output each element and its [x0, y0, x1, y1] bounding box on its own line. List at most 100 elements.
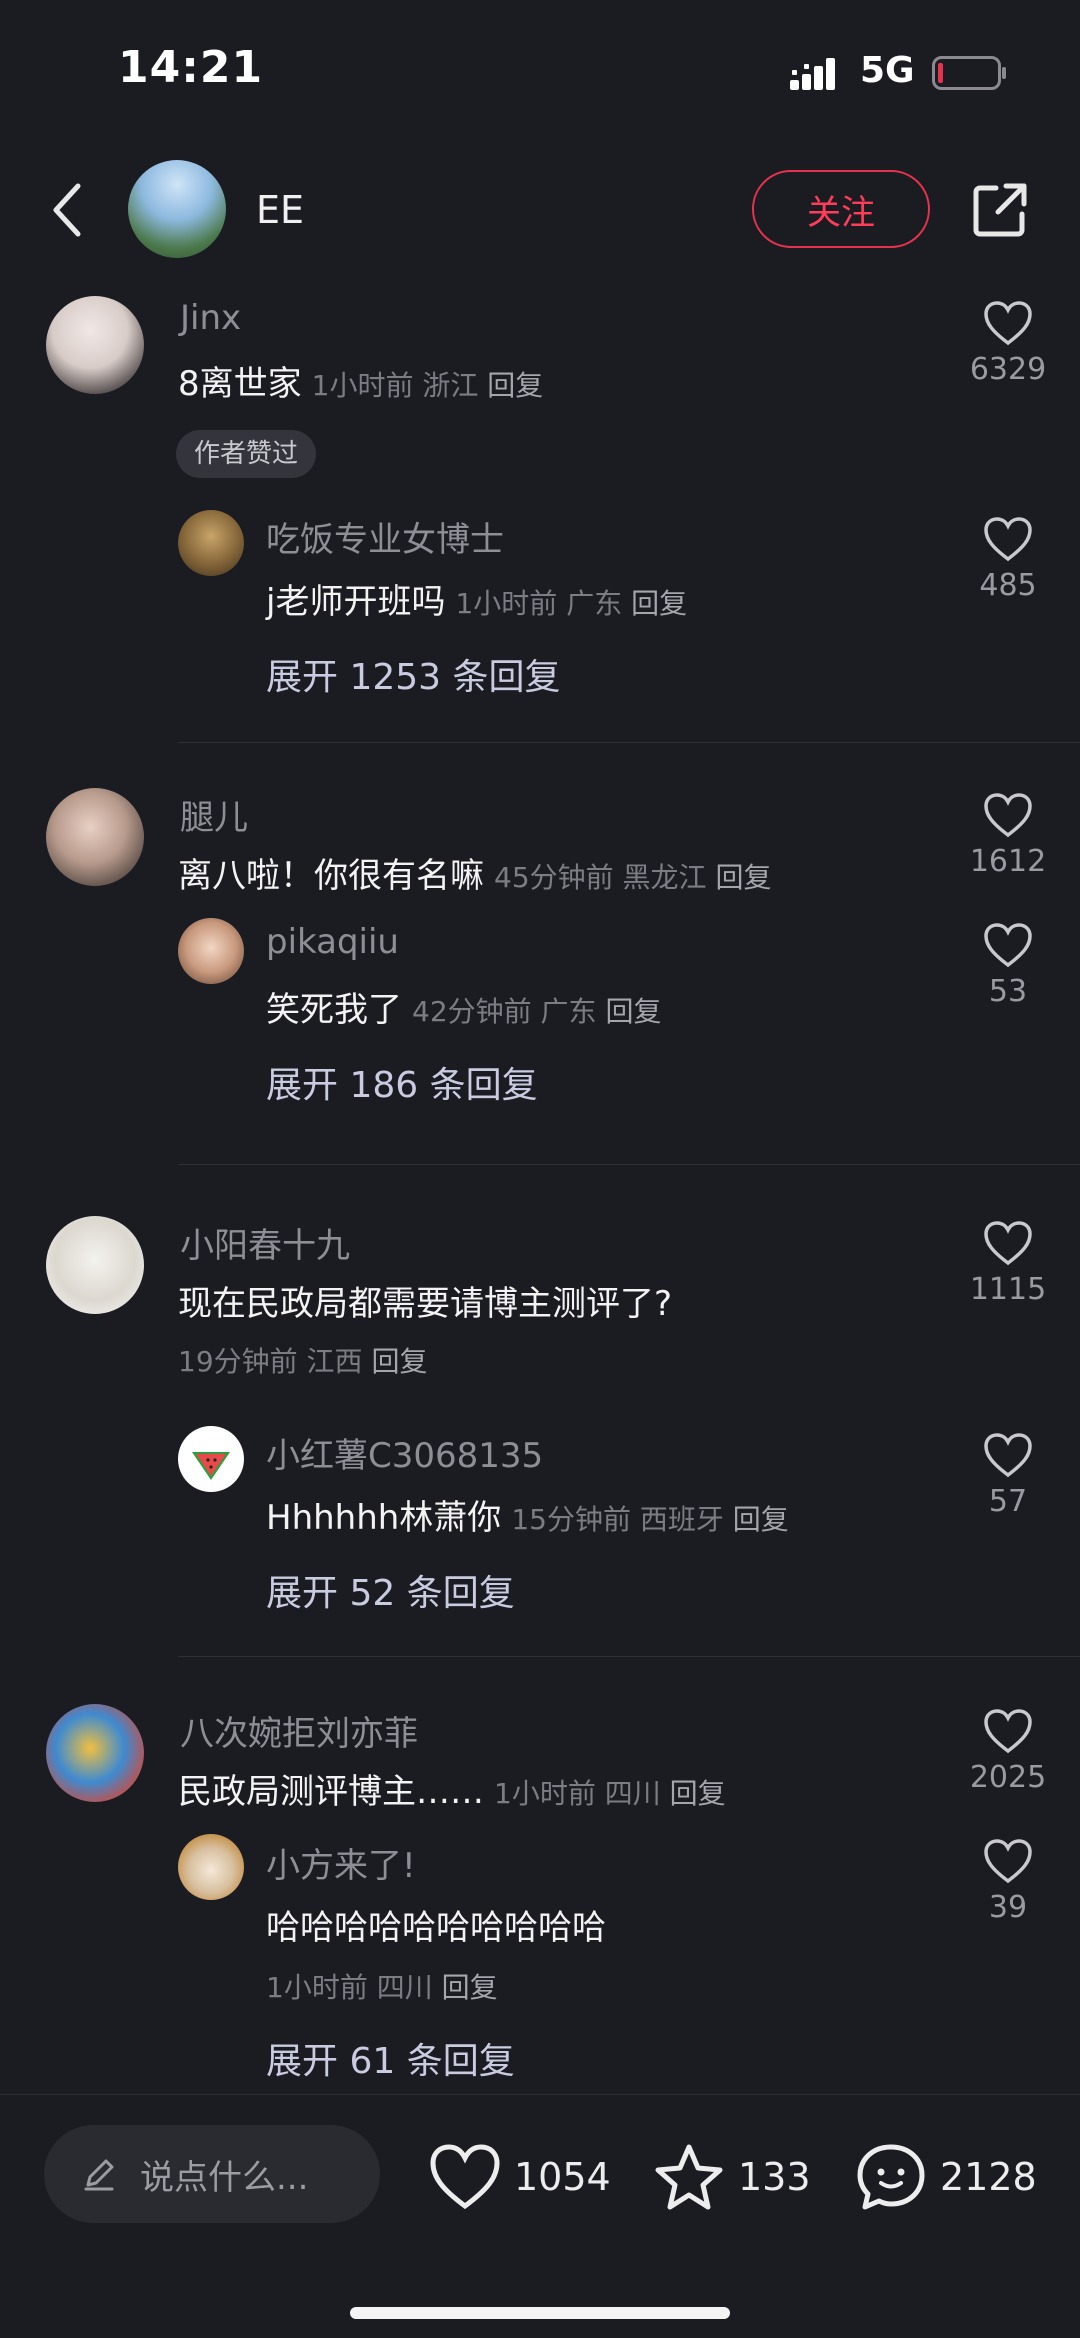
divider — [178, 1164, 1080, 1165]
comment-time: 19分钟前 — [178, 1345, 298, 1378]
share-icon[interactable] — [970, 180, 1030, 240]
reply-text[interactable]: j老师开班吗 1小时前 广东 回复 — [266, 574, 687, 623]
reply-location: 西班牙 — [639, 1503, 724, 1536]
heart-icon — [984, 793, 1032, 838]
heart-icon — [984, 1221, 1032, 1266]
like-count: 53 — [988, 974, 1028, 1009]
follow-button[interactable]: 关注 — [752, 170, 930, 248]
like-button[interactable]: 1115 — [960, 1220, 1056, 1307]
commenter-avatar[interactable] — [46, 1216, 144, 1314]
comment-list[interactable]: Jinx 8离世家 1小时前 浙江 回复 6329 作者赞过 吃饭专业女博士 j老… — [0, 280, 1080, 2090]
signal-icon — [790, 58, 835, 90]
back-icon[interactable] — [48, 180, 88, 240]
expand-replies-button[interactable]: 展开 1253 条回复 — [266, 648, 561, 700]
home-indicator[interactable] — [350, 2307, 730, 2319]
comment-location: 浙江 — [422, 369, 479, 402]
comment-text[interactable]: 现在民政局都需要请博主测评了? — [178, 1276, 672, 1325]
reply-avatar[interactable] — [178, 1426, 244, 1492]
like-button[interactable]: 2025 — [960, 1708, 1056, 1795]
like-count: 1612 — [969, 844, 1047, 879]
author-liked-badge: 作者赞过 — [176, 430, 317, 478]
reply-link[interactable]: 回复 — [487, 369, 543, 402]
reply-link[interactable]: 回复 — [733, 1503, 789, 1536]
comment-meta: 1小时前 浙江 回复 — [312, 369, 544, 402]
author-avatar[interactable] — [128, 160, 226, 258]
commenter-avatar[interactable] — [46, 788, 144, 886]
comment-text[interactable]: 民政局测评博主…… 1小时前 四川 回复 — [178, 1764, 726, 1813]
like-button[interactable]: 53 — [960, 922, 1056, 1009]
reply-location: 广东 — [540, 995, 597, 1028]
like-button[interactable]: 1612 — [960, 792, 1056, 879]
expand-replies-button[interactable]: 展开 52 条回复 — [266, 1564, 515, 1616]
comment-input[interactable]: 说点什么... — [44, 2125, 380, 2223]
divider — [178, 742, 1080, 743]
collect-note-button[interactable]: 133 — [652, 2139, 811, 2215]
reply-body: Hhhhhh林萧你 — [266, 1498, 502, 1538]
reply-avatar[interactable] — [178, 1834, 244, 1900]
comment-meta: 1小时前 四川 回复 — [494, 1777, 726, 1810]
reply-link[interactable]: 回复 — [670, 1777, 726, 1810]
author-name[interactable]: EE — [256, 188, 304, 232]
reply-meta: 1小时前 四川 回复 — [266, 1966, 498, 2006]
reply-meta: 42分钟前 广东 回复 — [412, 995, 661, 1028]
reply-meta: 1小时前 广东 回复 — [455, 587, 687, 620]
like-count: 57 — [988, 1484, 1028, 1519]
comment-time: 1小时前 — [311, 369, 414, 402]
expand-replies-button[interactable]: 展开 186 条回复 — [266, 1056, 538, 1108]
reply-avatar[interactable] — [178, 510, 244, 576]
like-button[interactable]: 57 — [960, 1432, 1056, 1519]
like-button[interactable]: 485 — [960, 516, 1056, 603]
reply-username[interactable]: 小方来了! — [266, 1838, 416, 1887]
reply-time: 1小时前 — [455, 587, 558, 620]
like-note-button[interactable]: 1054 — [428, 2139, 611, 2215]
comment-time: 45分钟前 — [494, 861, 614, 894]
expand-replies-button[interactable]: 展开 61 条回复 — [266, 2032, 515, 2084]
like-count: 39 — [988, 1890, 1028, 1925]
reply-text[interactable]: 哈哈哈哈哈哈哈哈哈哈 — [266, 1900, 606, 1949]
heart-icon — [984, 1433, 1032, 1478]
commenter-name[interactable]: 八次婉拒刘亦菲 — [180, 1706, 418, 1755]
commenter-name[interactable]: Jinx — [180, 298, 241, 338]
commenter-name[interactable]: 小阳春十九 — [180, 1218, 350, 1267]
heart-icon — [984, 517, 1032, 562]
reply-username[interactable]: 小红薯C3068135 — [266, 1428, 543, 1477]
comment-text[interactable]: 离八啦！你很有名嘛 45分钟前 黑龙江 回复 — [178, 848, 771, 897]
like-count: 2025 — [969, 1760, 1047, 1795]
like-button[interactable]: 6329 — [960, 300, 1056, 387]
comment-body: 8离世家 — [178, 364, 302, 404]
reply-time: 15分钟前 — [511, 1503, 631, 1536]
reply-text[interactable]: Hhhhhh林萧你 15分钟前 西班牙 回复 — [266, 1490, 789, 1539]
like-count: 6329 — [969, 352, 1047, 387]
heart-icon — [984, 1839, 1032, 1884]
divider — [178, 1656, 1080, 1657]
comment-note-button[interactable]: 2128 — [854, 2139, 1037, 2215]
reply-time: 1小时前 — [266, 1971, 368, 2004]
reply-location: 广东 — [566, 587, 623, 620]
status-bar: 14:21 5G — [0, 0, 1080, 140]
reply-avatar[interactable] — [178, 918, 244, 984]
reply-username[interactable]: 吃饭专业女博士 — [266, 512, 504, 561]
commenter-avatar[interactable] — [46, 1704, 144, 1802]
reply-link[interactable]: 回复 — [715, 861, 771, 894]
heart-icon — [984, 301, 1032, 346]
reply-link[interactable]: 回复 — [442, 1971, 498, 2004]
watermelon-icon — [192, 1452, 230, 1480]
comment-text[interactable]: 8离世家 1小时前 浙江 回复 — [178, 356, 543, 405]
reply-body: j老师开班吗 — [266, 582, 446, 622]
reply-link[interactable]: 回复 — [371, 1345, 427, 1378]
comment-location: 黑龙江 — [622, 861, 707, 894]
reply-meta: 15分钟前 西班牙 回复 — [511, 1503, 788, 1536]
comment-location: 江西 — [306, 1345, 363, 1378]
commenter-avatar[interactable] — [46, 296, 144, 394]
reply-body: 笑死我了 — [266, 990, 402, 1030]
comment-input-placeholder: 说点什么... — [140, 2157, 309, 2198]
reply-text[interactable]: 笑死我了 42分钟前 广东 回复 — [266, 982, 661, 1031]
reply-username[interactable]: pikaqiiu — [266, 922, 399, 962]
battery-icon — [932, 56, 1006, 90]
like-button[interactable]: 39 — [960, 1838, 1056, 1925]
note-header: EE 关注 — [0, 150, 1080, 270]
commenter-name[interactable]: 腿儿 — [180, 790, 248, 839]
comment-body: 离八啦！你很有名嘛 — [178, 856, 484, 896]
reply-link[interactable]: 回复 — [605, 995, 661, 1028]
reply-link[interactable]: 回复 — [631, 587, 687, 620]
